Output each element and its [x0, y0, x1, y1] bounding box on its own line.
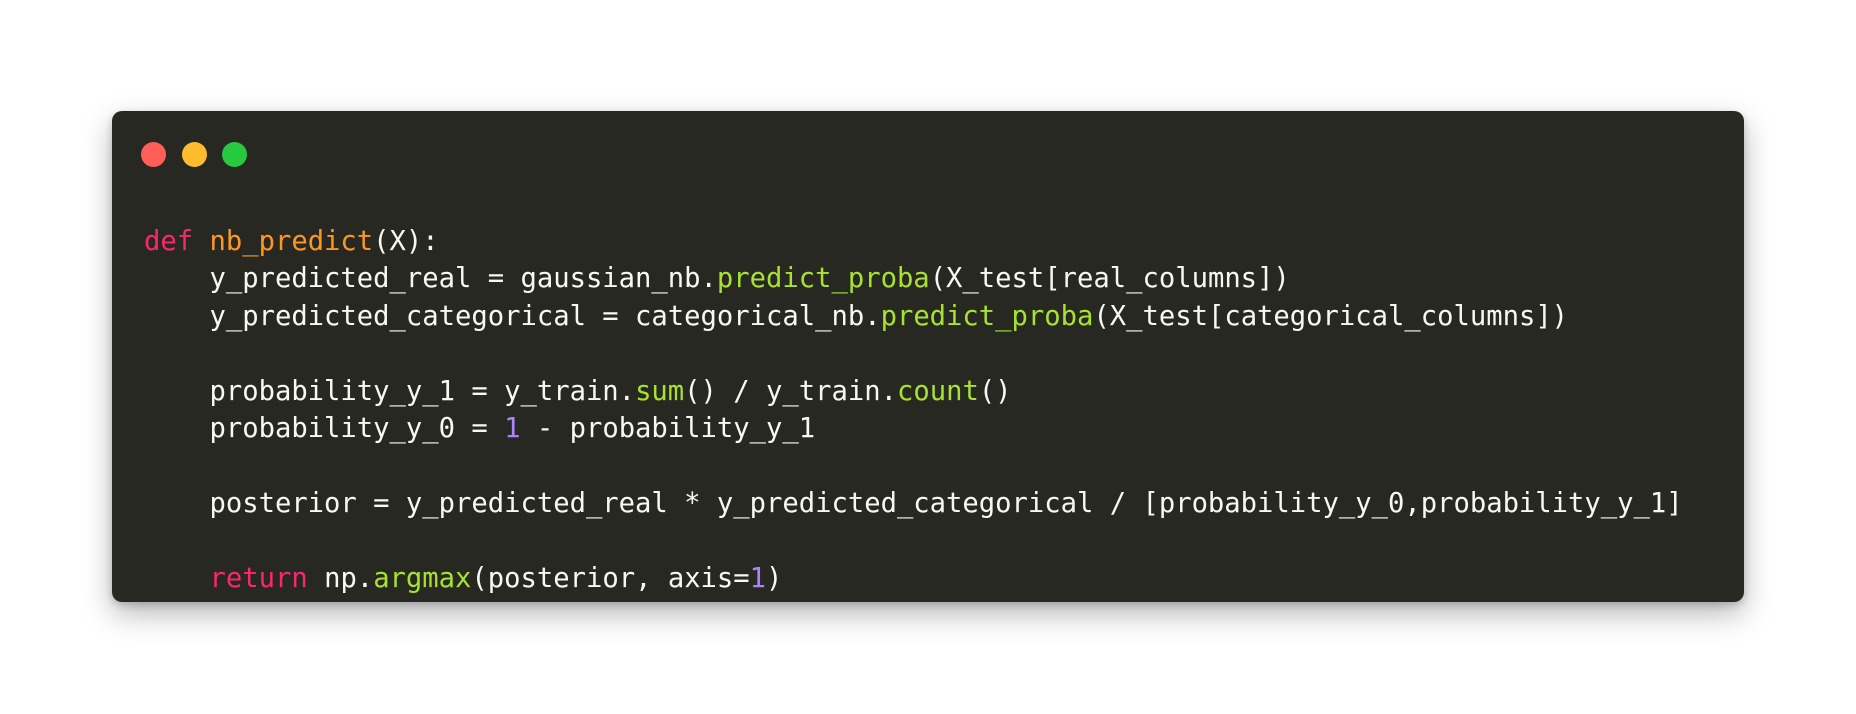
- code-token: y_predicted_real = gaussian_nb.: [144, 263, 717, 295]
- code-token: def: [144, 226, 194, 257]
- close-dot-icon[interactable]: [141, 142, 166, 167]
- code-token: y_predicted_categorical = categorical_nb…: [144, 300, 881, 332]
- window-titlebar: [112, 111, 1744, 191]
- code-line: probability_y_0 = 1 - probability_y_1: [144, 410, 1683, 447]
- code-line: y_predicted_real = gaussian_nb.predict_p…: [144, 260, 1683, 297]
- code-line: y_predicted_categorical = categorical_nb…: [144, 298, 1683, 335]
- code-window: def nb_predict(X): y_predicted_real = ga…: [112, 111, 1744, 602]
- code-token: 1: [504, 412, 521, 444]
- code-token: () / y_train.: [684, 375, 897, 407]
- code-token: count: [896, 375, 979, 407]
- code-token: argmax: [373, 562, 472, 594]
- code-token: sum: [635, 375, 685, 407]
- code-token: np.: [307, 562, 374, 594]
- code-token: probability_y_0 =: [144, 412, 505, 444]
- code-line: probability_y_1 = y_train.sum() / y_trai…: [144, 373, 1683, 410]
- code-token: 1: [749, 562, 767, 594]
- maximize-dot-icon[interactable]: [222, 142, 247, 167]
- code-token: (X):: [373, 226, 439, 257]
- code-token: (X_test[real_columns]): [929, 263, 1290, 295]
- code-token: probability_y_1 = y_train.: [144, 375, 636, 407]
- code-line: posterior = y_predicted_real * y_predict…: [144, 485, 1683, 522]
- code-token: predict_proba: [716, 263, 930, 295]
- code-token: (posterior, axis=: [471, 562, 750, 594]
- code-token: (X_test[categorical_columns]): [1093, 300, 1569, 332]
- code-block: def nb_predict(X): y_predicted_real = ga…: [144, 223, 1683, 597]
- code-token: posterior = y_predicted_real * y_predict…: [144, 487, 1683, 519]
- code-line: return np.argmax(posterior, axis=1): [144, 560, 1683, 597]
- minimize-dot-icon[interactable]: [182, 142, 207, 167]
- code-line: def nb_predict(X):: [144, 223, 1683, 260]
- code-token: ): [766, 562, 783, 594]
- code-token: return: [209, 562, 308, 594]
- code-token: - probability_y_1: [520, 412, 816, 444]
- code-token: nb_predict: [209, 226, 374, 257]
- code-token: predict_proba: [880, 300, 1094, 332]
- code-token: (): [978, 375, 1012, 407]
